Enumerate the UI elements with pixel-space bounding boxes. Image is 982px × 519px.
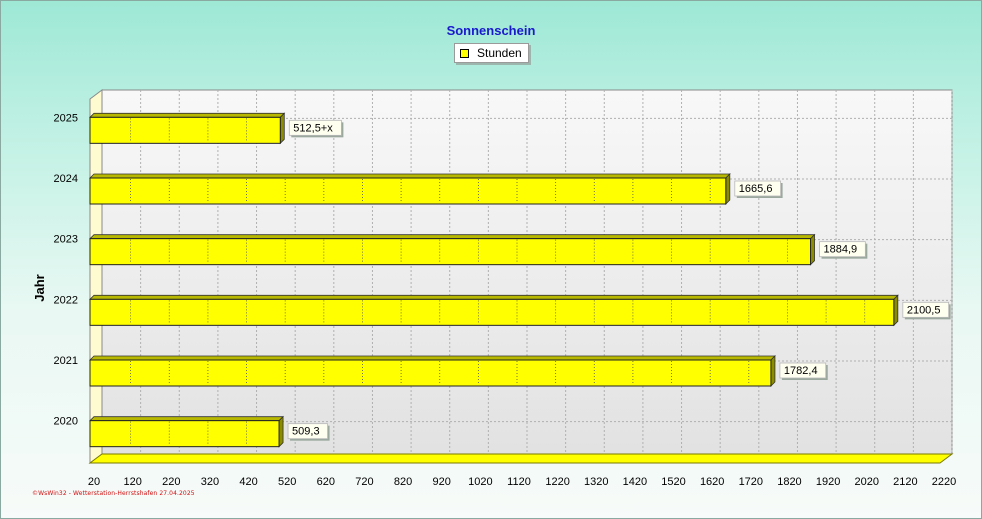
bar-end-face xyxy=(278,415,284,448)
x-tick-label: 1520 xyxy=(661,476,685,488)
bar xyxy=(89,116,281,144)
x-tick-label: 2020 xyxy=(854,476,878,488)
plot-floor xyxy=(88,453,954,464)
bar xyxy=(89,177,727,205)
data-label: 1884,9 xyxy=(824,244,858,256)
bar xyxy=(89,298,895,326)
bar-top-face xyxy=(89,416,285,422)
x-tick-label: 1420 xyxy=(623,476,647,488)
x-tick-label: 120 xyxy=(123,476,141,488)
bar-top-face xyxy=(89,173,731,179)
y-tick-label: 2020 xyxy=(54,416,78,428)
bar-end-face xyxy=(279,112,285,145)
chart-frame: Sonnenschein Stunden 20 120 220 320 420 520 62… xyxy=(0,0,982,519)
x-tick-label: 1220 xyxy=(545,476,569,488)
data-label: 1665,6 xyxy=(739,183,773,195)
y-tick-label: 2022 xyxy=(54,294,78,306)
bar-top-face xyxy=(89,355,776,361)
footer-note: ©WsWin32 - Wetterstation-Herrstshafen 27… xyxy=(32,490,195,497)
y-tick-label: 2024 xyxy=(54,173,78,185)
bar-end-face xyxy=(725,173,731,205)
x-tick-label: 1820 xyxy=(777,476,801,488)
bar-end-face xyxy=(893,294,899,327)
x-tick-label: 720 xyxy=(355,476,373,488)
bar-end-face xyxy=(810,233,815,266)
data-label: 1782,4 xyxy=(784,365,818,377)
x-tick-label: 620 xyxy=(317,476,335,488)
x-tick-label: 520 xyxy=(278,476,296,488)
x-tick-label: 820 xyxy=(394,476,412,488)
bar xyxy=(89,420,280,448)
data-label: 512,5+x xyxy=(293,122,333,134)
bar-chart: 20 120 220 320 420 520 620 720 820 920 1020 1120 122… xyxy=(32,89,956,488)
bar-top-face xyxy=(89,112,286,118)
bar xyxy=(89,359,772,387)
x-tick-label: 420 xyxy=(239,476,257,488)
x-tick-label: 1920 xyxy=(816,476,840,488)
x-tick-label: 2220 xyxy=(932,476,956,488)
y-axis-title: Jahr xyxy=(32,274,47,301)
y-tick-label: 2025 xyxy=(54,112,78,124)
x-tick-label: 1720 xyxy=(739,476,763,488)
x-tick-label: 1020 xyxy=(468,476,492,488)
x-tick-label: 320 xyxy=(201,476,219,488)
x-tick-label: 920 xyxy=(433,476,451,488)
x-tick-label: 2120 xyxy=(893,476,917,488)
bar xyxy=(89,238,812,266)
x-tick-label: 220 xyxy=(162,476,180,488)
y-tick-label: 2023 xyxy=(54,234,78,246)
bar-top-face xyxy=(89,294,899,300)
bar-end-face xyxy=(770,355,776,387)
x-tick-label: 1320 xyxy=(584,476,608,488)
x-tick-label: 20 xyxy=(88,476,100,488)
data-label: 509,3 xyxy=(292,426,320,438)
y-tick-label: 2021 xyxy=(54,355,78,367)
data-label: 2100,5 xyxy=(907,304,941,316)
plot-side-wall xyxy=(89,89,103,464)
x-tick-label: 1120 xyxy=(507,476,531,488)
bar-top-face xyxy=(89,234,816,240)
x-tick-label: 1620 xyxy=(700,476,724,488)
